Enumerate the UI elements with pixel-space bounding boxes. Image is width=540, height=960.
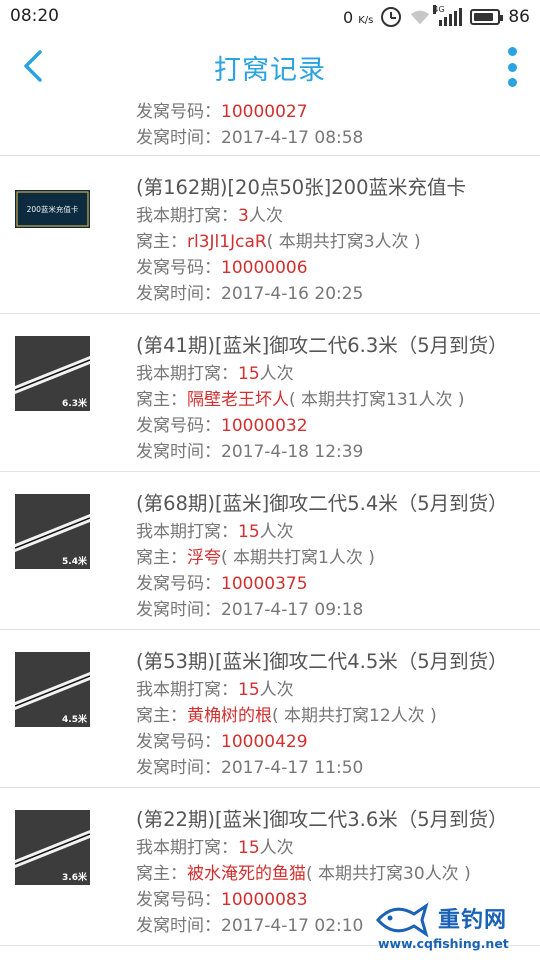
wifi-icon [411, 10, 430, 25]
owner-name[interactable]: 隔壁老王坏人 [187, 390, 289, 410]
number-line: 发窝号码：10000006 [136, 258, 308, 278]
fishing-rod-image: 4.5米 [14, 652, 91, 727]
owner-total: 131 [386, 390, 419, 410]
my-count: 15 [238, 522, 260, 542]
record-number: 10000083 [221, 890, 308, 910]
fishing-rod-image: 6.3米 [14, 336, 91, 411]
record-item[interactable]: 5.4米 (第68期)[蓝米]御攻二代5.4米（5月到货） 我本期打窝：15人次… [0, 472, 540, 630]
more-dot-icon [507, 78, 517, 87]
owner-total: 12 [369, 706, 391, 726]
number-line: 发窝号码：10000429 [136, 732, 308, 752]
fish-logo-icon [375, 902, 429, 938]
status-icons: 0 K/s 4G 86 [343, 5, 530, 29]
record-list: 发窝号码：10000027 发窝时间：2017-4-17 08:58 200蓝米… [0, 98, 540, 946]
product-thumbnail: 6.3米 [14, 336, 91, 411]
record-number: 10000006 [221, 258, 308, 278]
network-speed: 0 K/s [342, 7, 374, 27]
owner-name[interactable]: 黄桷树的根 [187, 706, 272, 726]
my-count-line: 我本期打窝：15人次 [136, 838, 294, 858]
fishing-rod-image: 3.6米 [14, 810, 91, 885]
my-count-line: 我本期打窝：3人次 [136, 206, 283, 226]
record-title: (第68期)[蓝米]御攻二代5.4米（5月到货） [136, 492, 508, 515]
record-number: 10000375 [221, 574, 308, 594]
my-count: 15 [238, 364, 260, 384]
battery-icon [470, 9, 504, 25]
fishing-rod-image: 5.4米 [14, 494, 91, 569]
record-title: (第53期)[蓝米]御攻二代4.5米（5月到货） [136, 650, 508, 673]
rod-length-label: 3.6米 [62, 871, 88, 883]
more-dot-icon [507, 47, 517, 56]
record-time: 2017-4-16 20:25 [221, 284, 364, 304]
owner-total: 3 [363, 232, 375, 252]
number-line: 发窝号码：10000027 [136, 102, 308, 122]
record-time: 2017-4-17 02:10 [221, 916, 364, 936]
record-number: 10000032 [221, 416, 308, 436]
card-label: 200蓝米充值卡 [27, 204, 79, 214]
my-count: 15 [238, 838, 260, 858]
product-thumbnail: 3.6米 [14, 810, 91, 885]
rod-length-label: 5.4米 [62, 555, 88, 567]
owner-line: 窝主：黄桷树的根( 本期共打窝12人次 ) [136, 706, 437, 726]
time-line: 发窝时间：2017-4-16 20:25 [136, 284, 364, 304]
status-time: 08:20 [10, 6, 59, 26]
owner-total: 30 [403, 864, 425, 884]
battery-percent: 86 [508, 7, 530, 27]
record-item[interactable]: 4.5米 (第53期)[蓝米]御攻二代4.5米（5月到货） 我本期打窝：15人次… [0, 630, 540, 788]
number-line: 发窝号码：10000375 [136, 574, 308, 594]
time-line: 发窝时间：2017-4-17 09:18 [136, 600, 364, 620]
alarm-clock-icon [381, 7, 402, 27]
recharge-card-image: 200蓝米充值卡 [15, 190, 90, 228]
more-menu-button[interactable] [506, 47, 518, 87]
my-count: 15 [238, 680, 260, 700]
owner-line: 窝主：被水淹死的鱼猫( 本期共打窝30人次 ) [136, 864, 471, 884]
record-number: 10000027 [221, 102, 308, 122]
cell-signal-icon: 4G [433, 5, 463, 26]
product-thumbnail: 5.4米 [14, 494, 91, 569]
record-time: 2017-4-17 11:50 [221, 758, 364, 778]
record-time: 2017-4-18 12:39 [221, 442, 364, 462]
record-item-partial[interactable]: 发窝号码：10000027 发窝时间：2017-4-17 08:58 [0, 98, 540, 156]
record-time: 2017-4-17 08:58 [221, 128, 364, 148]
rod-length-label: 4.5米 [62, 713, 88, 725]
record-title: (第162期)[20点50张]200蓝米充值卡 [136, 176, 466, 199]
nav-bar: 打窝记录 [0, 34, 540, 98]
time-line: 发窝时间：2017-4-17 08:58 [136, 128, 364, 148]
time-line: 发窝时间：2017-4-17 11:50 [136, 758, 364, 778]
status-bar: 08:20 0 K/s 4G 86 [0, 0, 540, 34]
record-number: 10000429 [221, 732, 308, 752]
record-title: (第22期)[蓝米]御攻二代3.6米（5月到货） [136, 808, 508, 831]
more-dot-icon [507, 62, 517, 72]
my-count-line: 我本期打窝：15人次 [136, 522, 294, 542]
site-watermark: 重钓网 www.cqfishing.net [374, 900, 534, 956]
owner-name[interactable]: 被水淹死的鱼猫 [187, 864, 306, 884]
owner-line: 窝主：浮夸( 本期共打窝1人次 ) [136, 548, 375, 568]
owner-name[interactable]: rl3Jl1JcaR [187, 232, 267, 252]
time-line: 发窝时间：2017-4-18 12:39 [136, 442, 364, 462]
record-item[interactable]: 200蓝米充值卡 (第162期)[20点50张]200蓝米充值卡 我本期打窝：3… [0, 156, 540, 314]
record-time: 2017-4-17 09:18 [221, 600, 364, 620]
my-count: 3 [238, 206, 249, 226]
owner-name[interactable]: 浮夸 [187, 548, 221, 568]
product-thumbnail: 200蓝米充值卡 [15, 190, 90, 228]
rod-length-label: 6.3米 [62, 397, 88, 409]
number-line: 发窝号码：10000032 [136, 416, 308, 436]
watermark-brand: 重钓网 [438, 908, 508, 933]
my-count-line: 我本期打窝：15人次 [136, 364, 294, 384]
my-count-line: 我本期打窝：15人次 [136, 680, 294, 700]
owner-line: 窝主：隔壁老王坏人( 本期共打窝131人次 ) [136, 390, 465, 410]
watermark-url: www.cqfishing.net [378, 936, 509, 951]
owner-line: 窝主：rl3Jl1JcaR( 本期共打窝3人次 ) [136, 232, 421, 252]
product-thumbnail: 4.5米 [14, 652, 91, 727]
owner-total: 1 [318, 548, 329, 568]
page-title: 打窝记录 [214, 55, 326, 86]
record-title: (第41期)[蓝米]御攻二代6.3米（5月到货） [136, 334, 508, 357]
record-item[interactable]: 6.3米 (第41期)[蓝米]御攻二代6.3米（5月到货） 我本期打窝：15人次… [0, 314, 540, 472]
